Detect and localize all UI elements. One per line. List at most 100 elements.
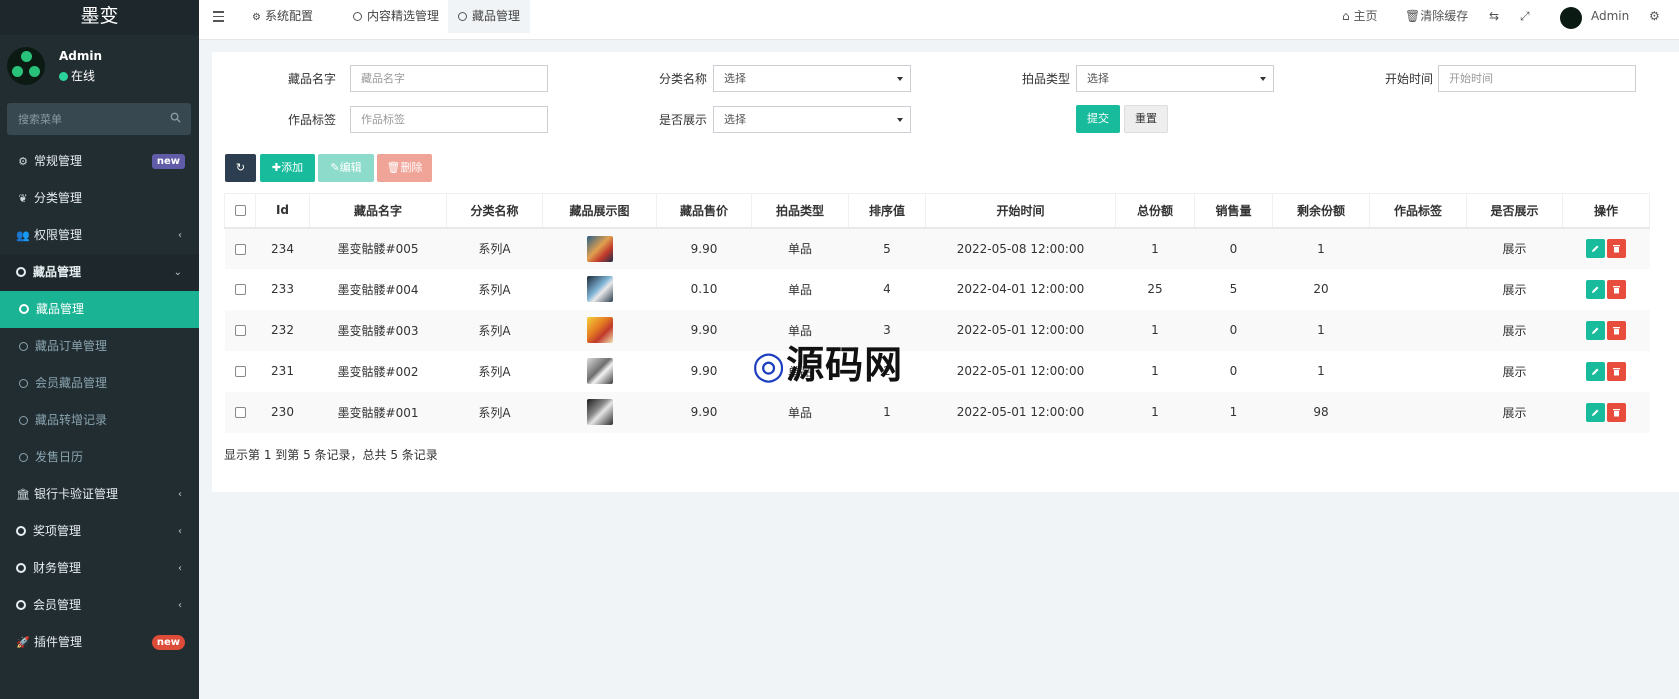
col-sort[interactable]: 排序值 [848, 193, 926, 229]
submit-button[interactable]: 提交 [1076, 105, 1120, 133]
col-start[interactable]: 开始时间 [925, 193, 1116, 229]
sidebar-item-bank-verify[interactable]: 🏛 银行卡验证管理 ‹ [0, 476, 199, 513]
cell-remain: 20 [1272, 268, 1370, 310]
cell-show-link[interactable]: 展示 [1466, 268, 1563, 310]
row-delete-button[interactable] [1607, 402, 1626, 422]
add-button[interactable]: ✚添加 [260, 154, 315, 182]
sidebar-item-collection-manage[interactable]: 藏品管理 [0, 291, 199, 328]
filter-name-input[interactable]: 藏品名字 [350, 65, 548, 92]
row-delete-button[interactable] [1607, 361, 1626, 381]
menu-search-input[interactable] [7, 103, 191, 135]
sidebar-item-transfer-records[interactable]: 藏品转增记录 [0, 402, 199, 439]
menu-toggle-icon[interactable] [213, 11, 224, 22]
row-delete-button[interactable] [1607, 320, 1626, 340]
circle-icon [16, 600, 26, 610]
col-category[interactable]: 分类名称 [446, 193, 543, 229]
sidebar-item-awards[interactable]: 奖项管理 ‹ [0, 513, 199, 550]
row-edit-button[interactable] [1586, 402, 1605, 422]
filter-auction-select[interactable]: 选择 [1076, 65, 1274, 92]
cell-image [542, 268, 657, 310]
translate-icon[interactable]: ⇆ [1489, 0, 1499, 33]
sidebar-item-release-calendar[interactable]: 发售日历 [0, 439, 199, 476]
cell-show-link[interactable]: 展示 [1466, 350, 1563, 392]
filter-tag-input[interactable]: 作品标签 [350, 106, 548, 133]
col-remain[interactable]: 剩余份额 [1272, 193, 1370, 229]
avatar[interactable] [1560, 7, 1582, 29]
tab-system-config[interactable]: ⚙ 系统配置 [242, 0, 323, 33]
collection-thumbnail[interactable] [586, 317, 613, 343]
topbar-user-name[interactable]: Admin [1591, 0, 1629, 33]
sidebar-item-member-collections[interactable]: 会员藏品管理 [0, 365, 199, 402]
clear-cache-button[interactable]: 🗑清除缓存 [1405, 0, 1468, 33]
home-link[interactable]: ⌂ 主页 [1342, 0, 1377, 33]
col-type[interactable]: 拍品类型 [751, 193, 849, 229]
select-all-header[interactable] [224, 193, 256, 229]
pencil-icon [1592, 245, 1599, 252]
sidebar-item-general[interactable]: ⚙ 常规管理 new [0, 143, 199, 180]
sidebar-item-category[interactable]: ❦ 分类管理 [0, 180, 199, 217]
cell-name: 墨变骷髅#002 [309, 350, 447, 392]
fullscreen-icon[interactable]: ⤢ [1520, 0, 1530, 33]
sidebar-item-collection-orders[interactable]: 藏品订单管理 [0, 328, 199, 365]
table-row[interactable]: 234 墨变骷髅#005 系列A 9.90 单品 5 2022-05-08 12… [224, 227, 1650, 269]
cell-name: 墨变骷髅#001 [309, 391, 447, 433]
collection-thumbnail[interactable] [586, 276, 613, 302]
col-sold[interactable]: 销售量 [1194, 193, 1273, 229]
row-edit-button[interactable] [1586, 320, 1605, 340]
circle-icon [458, 12, 467, 21]
sidebar-item-finance[interactable]: 财务管理 ‹ [0, 550, 199, 587]
collection-thumbnail[interactable] [586, 358, 613, 384]
col-total[interactable]: 总份额 [1115, 193, 1195, 229]
edit-button[interactable]: ✎编辑 [318, 154, 374, 182]
refresh-button[interactable]: ↻ [225, 154, 256, 182]
row-checkbox[interactable] [234, 366, 246, 377]
cell-id: 230 [255, 391, 310, 433]
col-price[interactable]: 藏品售价 [656, 193, 752, 229]
table-row[interactable]: 230 墨变骷髅#001 系列A 9.90 单品 1 2022-05-01 12… [224, 391, 1650, 433]
cell-show-link[interactable]: 展示 [1466, 309, 1563, 351]
row-checkbox[interactable] [234, 325, 246, 336]
row-delete-button[interactable] [1607, 279, 1626, 299]
filter-show-select[interactable]: 选择 [713, 106, 911, 133]
col-tag[interactable]: 作品标签 [1369, 193, 1467, 229]
delete-button[interactable]: 🗑删除 [377, 154, 432, 182]
table-row[interactable]: 233 墨变骷髅#004 系列A 0.10 单品 4 2022-04-01 12… [224, 268, 1650, 310]
col-show[interactable]: 是否展示 [1466, 193, 1563, 229]
cell-total: 1 [1115, 309, 1195, 351]
tab-content-curation[interactable]: 内容精选管理 [343, 0, 449, 33]
filter-category-select[interactable]: 选择 [713, 65, 911, 92]
chevron-down-icon: ⌄ [173, 267, 182, 278]
row-checkbox[interactable] [234, 407, 246, 418]
row-checkbox[interactable] [234, 243, 246, 255]
table-row[interactable]: 232 墨变骷髅#003 系列A 9.90 单品 3 2022-05-01 12… [224, 309, 1650, 351]
new-badge: new [151, 154, 185, 169]
col-id[interactable]: Id [255, 193, 310, 229]
row-delete-button[interactable] [1607, 239, 1626, 258]
sidebar-item-members[interactable]: 会员管理 ‹ [0, 587, 199, 624]
cell-image [542, 309, 657, 351]
select-all-checkbox[interactable] [234, 205, 246, 217]
search-icon[interactable] [170, 112, 181, 123]
row-edit-button[interactable] [1586, 239, 1605, 258]
col-name[interactable]: 藏品名字 [309, 193, 447, 229]
tab-collection-manage[interactable]: 藏品管理 [448, 0, 531, 33]
collection-thumbnail[interactable] [586, 399, 613, 425]
reset-button[interactable]: 重置 [1124, 105, 1168, 133]
sidebar-item-auth[interactable]: 👥 权限管理 ‹ [0, 217, 199, 254]
col-image[interactable]: 藏品展示图 [542, 193, 657, 229]
sidebar-item-collection[interactable]: 藏品管理 ⌄ [0, 254, 199, 291]
row-edit-button[interactable] [1586, 279, 1605, 299]
settings-icon[interactable]: ⚙ [1649, 0, 1660, 33]
filter-start-input[interactable]: 开始时间 [1438, 65, 1636, 92]
table-row[interactable]: 231 墨变骷髅#002 系列A 9.90 单品 2 2022-05-01 12… [224, 350, 1650, 392]
app-logo[interactable]: 墨变 [0, 0, 199, 35]
cell-show-link[interactable]: 展示 [1466, 227, 1563, 269]
sidebar-item-plugins[interactable]: 🚀 插件管理 new [0, 624, 199, 661]
row-checkbox[interactable] [234, 284, 246, 295]
collection-thumbnail[interactable] [586, 235, 613, 262]
row-edit-button[interactable] [1586, 361, 1605, 381]
avatar [7, 47, 45, 85]
cell-show-link[interactable]: 展示 [1466, 391, 1563, 433]
cell-sold: 1 [1194, 391, 1273, 433]
cell-start: 2022-04-01 12:00:00 [925, 268, 1116, 310]
